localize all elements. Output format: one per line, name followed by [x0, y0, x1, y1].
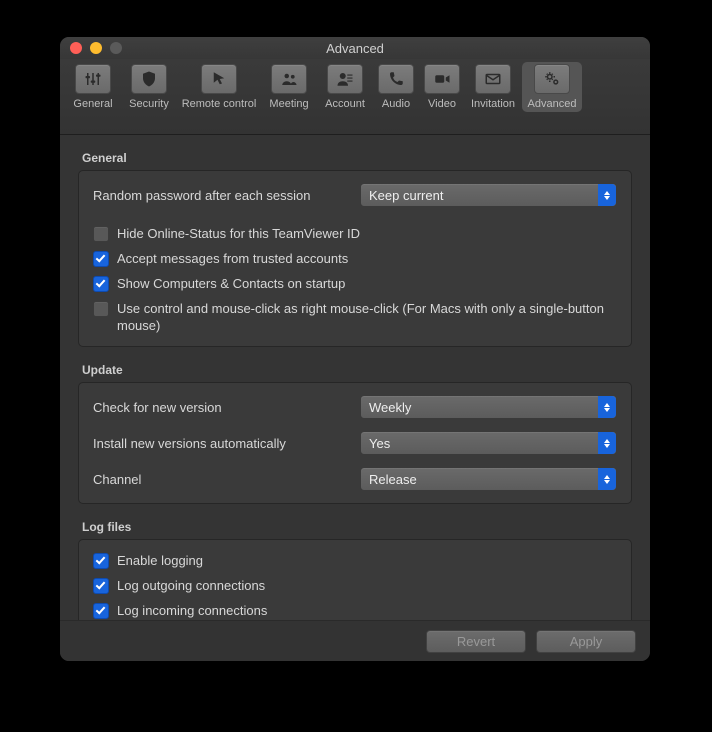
- checkbox-label: Log outgoing connections: [117, 577, 265, 594]
- random-password-select[interactable]: Keep current: [360, 183, 617, 207]
- tab-label: General: [73, 98, 112, 110]
- checkbox-ctrl-click-rightclick[interactable]: [93, 301, 109, 317]
- toolbar: General Security Remote control Meeting …: [60, 59, 650, 135]
- tab-general[interactable]: General: [66, 64, 120, 110]
- check-version-label: Check for new version: [93, 400, 360, 415]
- checkbox-enable-logging[interactable]: [93, 553, 109, 569]
- apply-button[interactable]: Apply: [536, 630, 636, 653]
- section-title-logfiles: Log files: [82, 520, 632, 534]
- tab-label: Invitation: [471, 98, 515, 110]
- tab-label: Video: [428, 98, 456, 110]
- traffic-lights: [70, 42, 122, 54]
- sliders-icon: [75, 64, 111, 94]
- content-area: General Random password after each sessi…: [60, 135, 650, 620]
- chevron-updown-icon: [598, 468, 616, 490]
- titlebar: Advanced: [60, 37, 650, 59]
- tab-account[interactable]: Account: [318, 64, 372, 110]
- panel-logfiles: Enable logging Log outgoing connections …: [78, 539, 632, 620]
- tab-invitation[interactable]: Invitation: [466, 64, 520, 110]
- window-title: Advanced: [60, 41, 650, 56]
- tab-label: Security: [129, 98, 169, 110]
- revert-button[interactable]: Revert: [426, 630, 526, 653]
- cursor-icon: [201, 64, 237, 94]
- gears-icon: [534, 64, 570, 94]
- tab-label: Remote control: [182, 98, 257, 110]
- footer: Revert Apply: [60, 620, 650, 661]
- checkbox-label: Show Computers & Contacts on startup: [117, 275, 345, 292]
- panel-update: Check for new version Weekly Install new…: [78, 382, 632, 504]
- checkbox-label: Log incoming connections: [117, 602, 267, 619]
- channel-select[interactable]: Release: [360, 467, 617, 491]
- chevron-updown-icon: [598, 396, 616, 418]
- panel-general: Random password after each session Keep …: [78, 170, 632, 347]
- tab-audio[interactable]: Audio: [374, 64, 418, 110]
- shield-icon: [131, 64, 167, 94]
- tab-remote-control[interactable]: Remote control: [178, 64, 260, 110]
- tab-video[interactable]: Video: [420, 64, 464, 110]
- checkbox-hide-online-status[interactable]: [93, 226, 109, 242]
- select-value: Weekly: [369, 400, 411, 415]
- checkbox-show-contacts[interactable]: [93, 276, 109, 292]
- envelope-icon: [475, 64, 511, 94]
- tab-advanced[interactable]: Advanced: [522, 62, 582, 112]
- checkbox-log-incoming[interactable]: [93, 603, 109, 619]
- tab-meeting[interactable]: Meeting: [262, 64, 316, 110]
- tab-label: Account: [325, 98, 365, 110]
- chevron-updown-icon: [598, 432, 616, 454]
- random-password-label: Random password after each session: [93, 188, 360, 203]
- checkbox-label: Enable logging: [117, 552, 203, 569]
- video-icon: [424, 64, 460, 94]
- close-icon[interactable]: [70, 42, 82, 54]
- checkbox-log-outgoing[interactable]: [93, 578, 109, 594]
- check-version-select[interactable]: Weekly: [360, 395, 617, 419]
- tab-label: Audio: [382, 98, 410, 110]
- tab-label: Meeting: [269, 98, 308, 110]
- install-auto-label: Install new versions automatically: [93, 436, 360, 451]
- preferences-window: Advanced General Security Remote control…: [60, 37, 650, 661]
- checkbox-label: Hide Online-Status for this TeamViewer I…: [117, 225, 360, 242]
- section-title-general: General: [82, 151, 632, 165]
- minimize-icon[interactable]: [90, 42, 102, 54]
- section-title-update: Update: [82, 363, 632, 377]
- checkbox-label: Accept messages from trusted accounts: [117, 250, 348, 267]
- tab-label: Advanced: [528, 98, 577, 110]
- checkbox-accept-trusted[interactable]: [93, 251, 109, 267]
- channel-label: Channel: [93, 472, 360, 487]
- install-auto-select[interactable]: Yes: [360, 431, 617, 455]
- phone-icon: [378, 64, 414, 94]
- select-value: Release: [369, 472, 417, 487]
- tab-security[interactable]: Security: [122, 64, 176, 110]
- select-value: Keep current: [369, 188, 443, 203]
- checkbox-label: Use control and mouse-click as right mou…: [117, 300, 617, 334]
- chevron-updown-icon: [598, 184, 616, 206]
- account-icon: [327, 64, 363, 94]
- select-value: Yes: [369, 436, 390, 451]
- people-icon: [271, 64, 307, 94]
- zoom-icon[interactable]: [110, 42, 122, 54]
